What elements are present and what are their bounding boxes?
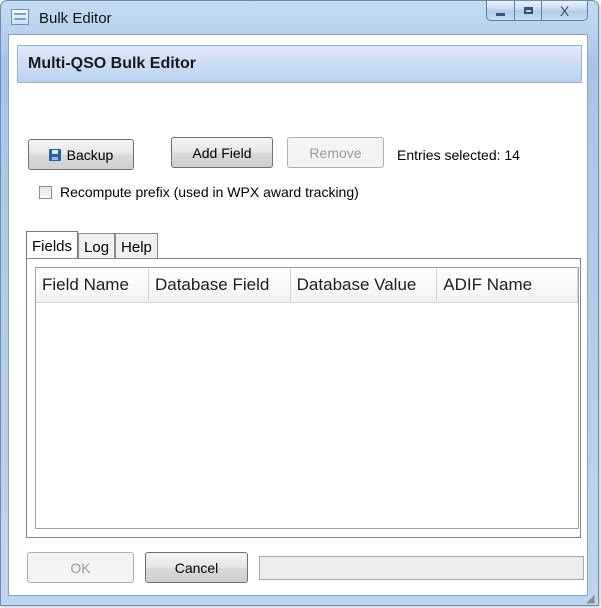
- fields-list[interactable]: Field Name Database Field Database Value…: [35, 267, 579, 529]
- close-icon: X: [559, 2, 570, 19]
- tab-fields[interactable]: Fields: [26, 231, 79, 260]
- maximize-icon: [523, 7, 533, 14]
- window-title: Bulk Editor: [39, 10, 112, 27]
- ok-label: OK: [70, 559, 91, 576]
- remove-button[interactable]: Remove: [287, 137, 384, 168]
- backup-button[interactable]: Backup: [28, 139, 134, 170]
- title-bar[interactable]: Bulk Editor X: [1, 1, 598, 35]
- tab-log[interactable]: Log: [78, 233, 116, 260]
- remove-label: Remove: [309, 144, 362, 161]
- resize-grip-icon[interactable]: ◢: [586, 593, 598, 605]
- column-header-field-name[interactable]: Field Name: [36, 268, 149, 302]
- caption-buttons: X: [486, 1, 588, 23]
- add-field-label: Add Field: [192, 144, 252, 161]
- minimize-button[interactable]: [486, 1, 515, 21]
- recompute-prefix-label[interactable]: Recompute prefix (used in WPX award trac…: [60, 184, 359, 200]
- column-header-row: Field Name Database Field Database Value…: [36, 268, 578, 303]
- fields-tab-panel: Field Name Database Field Database Value…: [26, 258, 581, 538]
- backup-label: Backup: [66, 146, 114, 163]
- app-icon: [11, 9, 29, 25]
- column-header-database-value[interactable]: Database Value: [291, 268, 438, 302]
- close-button[interactable]: X: [542, 1, 588, 21]
- tab-help-label: Help: [121, 238, 152, 256]
- ok-button[interactable]: OK: [27, 552, 134, 583]
- maximize-button[interactable]: [515, 1, 542, 21]
- floppy-disk-icon: [48, 148, 61, 161]
- add-field-button[interactable]: Add Field: [171, 137, 273, 168]
- tab-strip: Fields Log Help: [26, 231, 158, 260]
- page-title: Multi-QSO Bulk Editor: [28, 55, 196, 72]
- column-header-adif-name[interactable]: ADIF Name: [437, 268, 578, 302]
- recompute-prefix-checkbox[interactable]: [39, 186, 52, 199]
- cancel-label: Cancel: [174, 559, 219, 576]
- entries-selected-text: Entries selected: 14: [397, 147, 520, 163]
- tab-log-label: Log: [84, 238, 110, 256]
- tab-help[interactable]: Help: [115, 233, 158, 260]
- column-header-database-field[interactable]: Database Field: [149, 268, 291, 302]
- header-band: Multi-QSO Bulk Editor: [17, 45, 582, 83]
- status-progress-bar: [259, 556, 584, 580]
- minimize-icon: [496, 12, 505, 16]
- tab-fields-label: Fields: [32, 237, 73, 255]
- cancel-button[interactable]: Cancel: [145, 552, 248, 583]
